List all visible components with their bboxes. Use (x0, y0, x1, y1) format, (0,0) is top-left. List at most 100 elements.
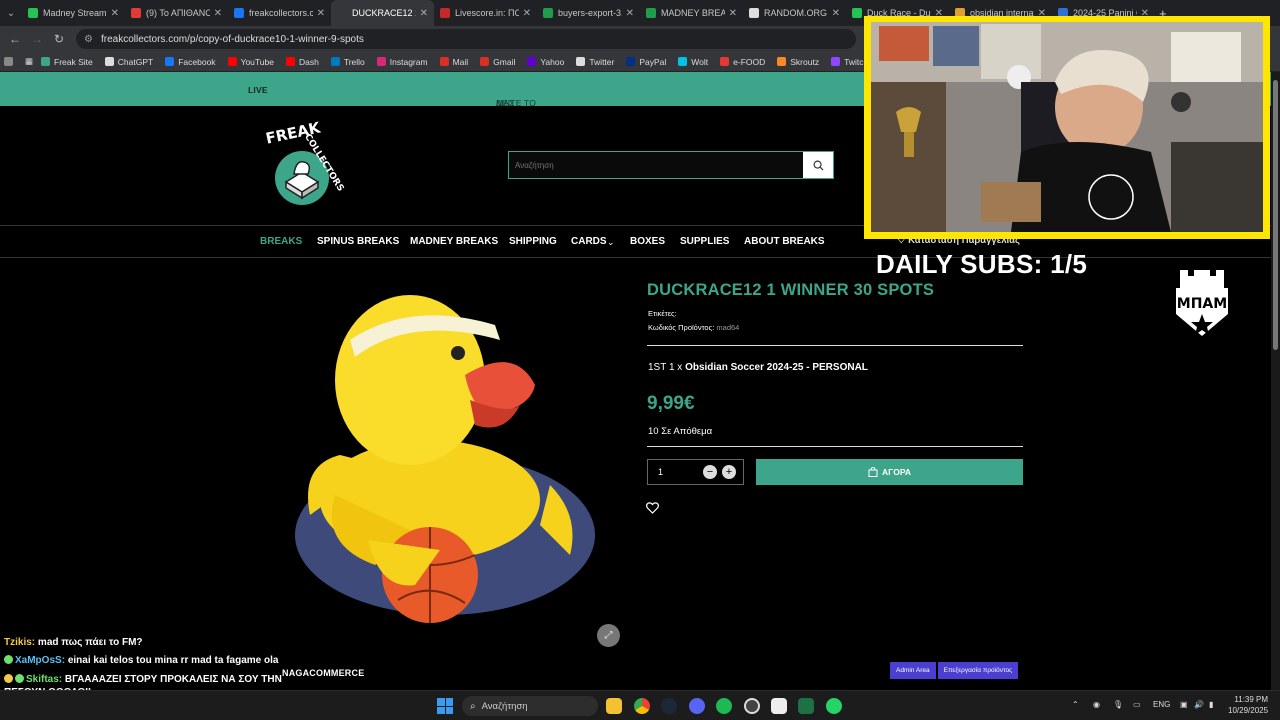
nav-supplies[interactable]: SUPPLIES (680, 236, 729, 247)
bookmark-item[interactable]: Trello (330, 57, 365, 67)
zoom-icon[interactable]: ⤢ (597, 624, 620, 647)
tray-chevron-up-icon[interactable]: ⌃ (1072, 700, 1079, 709)
search-input[interactable] (509, 152, 803, 178)
close-tab-icon[interactable]: ✕ (729, 8, 737, 19)
browser-tab[interactable]: Madney Stream ✕ (22, 0, 125, 26)
bookmark-item[interactable]: e-FOOD (720, 57, 765, 67)
bookmark-item[interactable]: Wolt (678, 57, 708, 67)
obs-icon[interactable] (744, 698, 760, 714)
tab-favicon-icon (440, 8, 450, 18)
browser-tab[interactable]: MADNEY BREAK ✕ (640, 0, 743, 26)
search-button[interactable] (803, 152, 833, 178)
clock-date: 10/29/2025 (1228, 706, 1269, 715)
browser-tab[interactable]: Livescore.in: ΠΟΔ ✕ (434, 0, 537, 26)
tray-display-icon[interactable]: ▭ (1133, 700, 1141, 709)
tab-title: DUCKRACE12 1 W (352, 8, 416, 18)
excel-icon[interactable] (798, 698, 814, 714)
spotify-icon[interactable] (716, 698, 732, 714)
chat-badge-icon (4, 655, 13, 664)
decrease-quantity-button[interactable]: − (703, 465, 717, 479)
bookmark-item[interactable]: Gmail (480, 57, 515, 67)
bookmark-item[interactable]: Skroutz (777, 57, 819, 67)
browser-tab[interactable]: (9) Το ΑΠΙΘΑΝΟ ✕ (125, 0, 228, 26)
browser-tab[interactable]: buyers-export-3.2 ✕ (537, 0, 640, 26)
admin-area-button[interactable]: Admin Area (890, 662, 936, 679)
tab-search-icon[interactable]: ⌄ (0, 0, 22, 26)
back-icon[interactable]: ← (4, 32, 26, 46)
bookmark-item[interactable]: Facebook (165, 57, 216, 67)
bookmark-item[interactable]: Mail (439, 57, 468, 67)
address-bar[interactable]: ⚙ freakcollectors.com/p/copy-of-duckrace… (76, 29, 856, 49)
bookmark-label: Wolt (691, 56, 709, 67)
bookmark-item[interactable]: Twitter (576, 57, 614, 67)
streamdeck-icon[interactable] (771, 698, 787, 714)
nav-madney-breaks[interactable]: MADNEY BREAKS (410, 236, 498, 247)
chat-text: ΒΓΑΑΑΑΖΕΙ ΣΤΟΡΥ ΠΡΟΚΑΛΕΙΣ ΝΑ ΣΟΥ ΤΗΝ (64, 674, 282, 685)
description-prefix: 1ST 1 x (648, 362, 686, 373)
tray-steam-icon[interactable]: ◉ (1093, 700, 1100, 709)
close-tab-icon[interactable]: ✕ (626, 8, 634, 19)
bookmark-item[interactable]: YouTube (227, 57, 274, 67)
tab-title: MADNEY BREAK (661, 8, 725, 18)
nav-about-breaks[interactable]: ABOUT BREAKS (744, 236, 825, 247)
network-icon[interactable]: ▣ (1180, 700, 1188, 709)
increase-quantity-button[interactable]: + (722, 465, 736, 479)
file-explorer-icon[interactable] (606, 698, 622, 714)
nagacommerce-badge[interactable]: NAGACOMMERCE (282, 668, 364, 678)
apps-icon[interactable]: ▦ (25, 56, 33, 67)
tab-favicon-icon (852, 8, 862, 18)
volume-icon[interactable]: 🔊 (1194, 700, 1204, 709)
buy-button[interactable]: ΑΓΟΡΑ (756, 459, 1023, 485)
bookmarks-sidebar-icon[interactable] (4, 57, 17, 66)
taskbar-search[interactable]: ⌕ Αναζήτηση (462, 696, 598, 716)
tab-title: RANDOM.ORG (764, 8, 827, 18)
battery-icon[interactable]: ▮ (1209, 700, 1213, 709)
bookmark-favicon-icon (330, 57, 340, 66)
streamer-camera-image (871, 22, 1263, 232)
edit-product-button[interactable]: Επεξεργασία προϊόντος (937, 662, 1019, 679)
scrollbar-thumb[interactable] (1273, 80, 1278, 350)
nav-boxes[interactable]: BOXES (630, 236, 665, 247)
bookmark-item[interactable]: PayPal (626, 57, 666, 67)
close-tab-icon[interactable]: ✕ (214, 8, 222, 19)
freak-collectors-logo[interactable]: FREAK COLLECTORS (260, 120, 352, 214)
bookmark-favicon-icon (480, 57, 490, 66)
bookmark-item[interactable]: Freak Site (41, 57, 93, 67)
browser-tab[interactable]: freakcollectors.co ✕ (228, 0, 331, 26)
whatsapp-icon[interactable] (826, 698, 842, 714)
quantity-input[interactable]: 1 (658, 467, 663, 477)
discord-icon[interactable] (689, 698, 705, 714)
close-tab-icon[interactable]: ✕ (111, 8, 119, 19)
close-tab-icon[interactable]: ✕ (832, 8, 840, 19)
bookmark-item[interactable]: Yahoo (527, 57, 564, 67)
nav-spinus-breaks[interactable]: SPINUS BREAKS (317, 236, 399, 247)
forward-icon[interactable]: → (26, 32, 48, 46)
language-indicator[interactable]: ENG (1153, 700, 1170, 709)
bookmark-item[interactable]: Twitch (831, 57, 868, 67)
nav-breaks[interactable]: BREAKS (260, 236, 302, 247)
bookmark-item[interactable]: Dash (285, 57, 319, 67)
close-tab-icon[interactable]: ✕ (420, 8, 428, 19)
browser-tab[interactable]: RANDOM.ORG ✕ (743, 0, 846, 26)
nav-shipping[interactable]: SHIPPING (509, 236, 557, 247)
chrome-icon[interactable] (634, 698, 650, 714)
taskbar-clock[interactable]: 11:39 PM 10/29/2025 (1228, 694, 1268, 716)
windows-start-icon[interactable] (437, 698, 453, 714)
search-icon (813, 160, 824, 171)
browser-tab[interactable]: DUCKRACE12 1 W ✕ (331, 0, 434, 26)
product-image[interactable] (280, 285, 600, 625)
bookmark-item[interactable]: Instagram (376, 57, 428, 67)
nav-cards[interactable]: CARDS (571, 236, 607, 247)
wishlist-heart-icon[interactable] (646, 502, 659, 514)
bookmark-favicon-icon (439, 57, 449, 66)
steam-icon[interactable] (661, 698, 677, 714)
tray-microphone-icon[interactable]: 🎙 (1113, 700, 1123, 709)
site-info-icon[interactable]: ⚙ (84, 34, 93, 45)
close-tab-icon[interactable]: ✕ (317, 8, 325, 19)
bookmark-item[interactable]: ChatGPT (104, 57, 153, 67)
reload-icon[interactable]: ↻ (48, 32, 70, 46)
cards-chevron-down-icon[interactable]: ⌄ (607, 237, 615, 248)
page-scrollbar[interactable] (1271, 72, 1280, 690)
chat-username: Skiftas (26, 674, 59, 685)
close-tab-icon[interactable]: ✕ (523, 8, 531, 19)
